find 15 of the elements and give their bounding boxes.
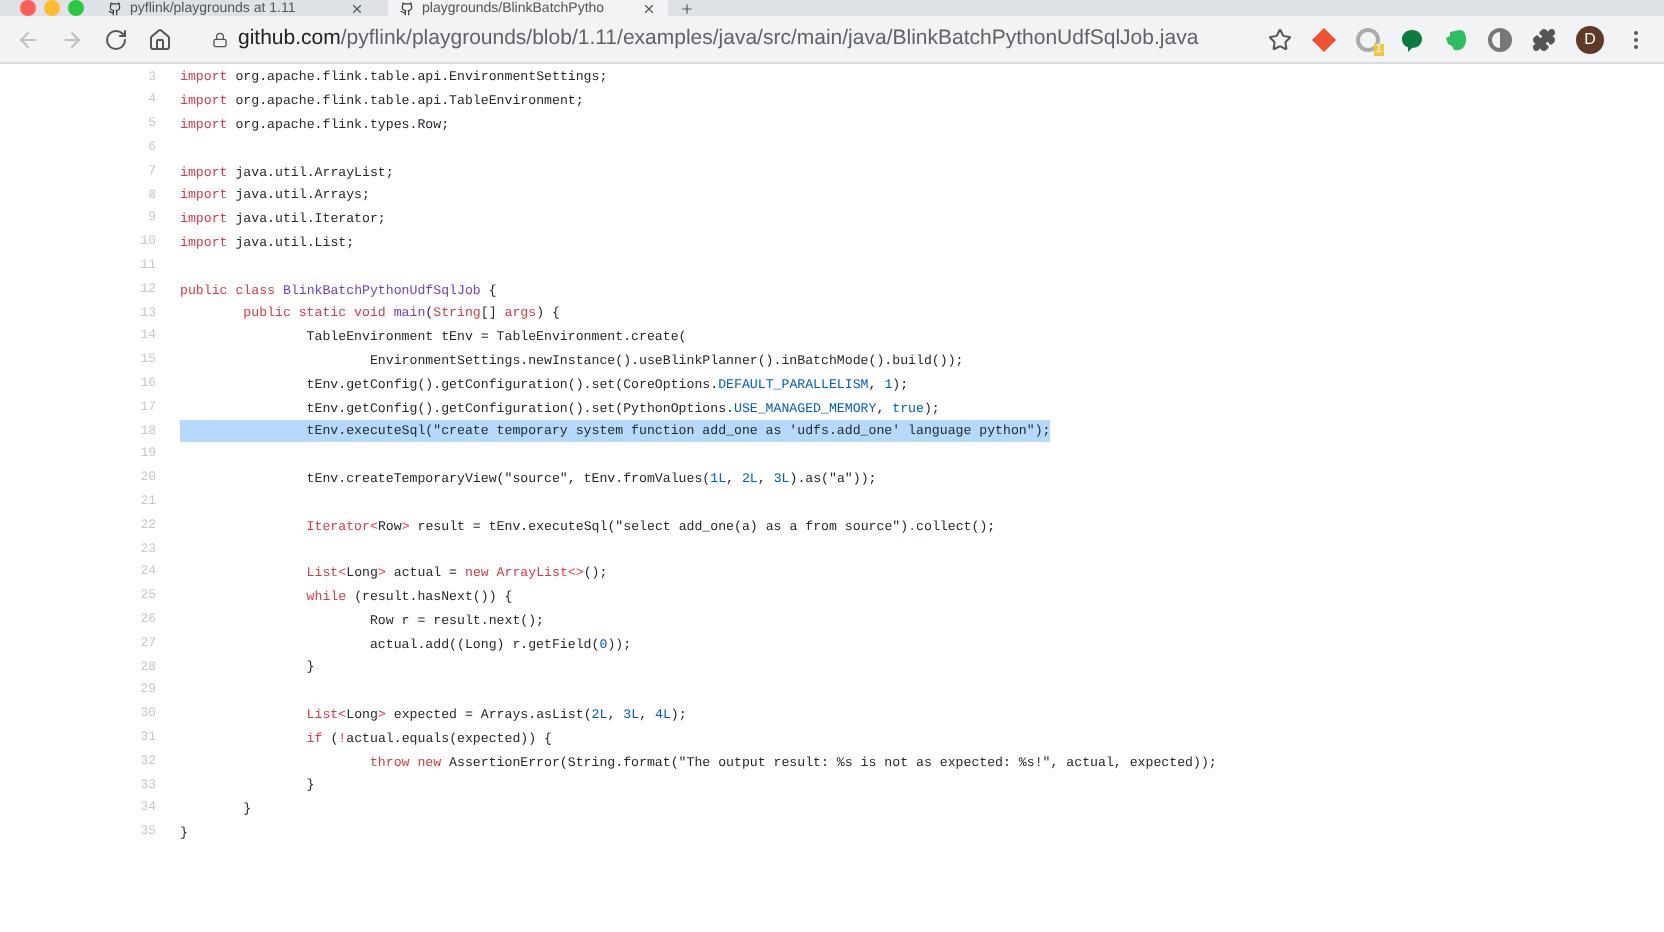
profile-avatar[interactable]: D xyxy=(1576,25,1604,53)
lock-icon xyxy=(212,31,228,47)
new-tab-icon[interactable] xyxy=(680,2,694,16)
half-circle-icon[interactable] xyxy=(1488,27,1512,51)
bookmark-star-icon[interactable] xyxy=(1268,27,1292,51)
home-icon[interactable] xyxy=(148,27,172,51)
reload-icon[interactable] xyxy=(104,27,128,51)
puzzle-icon[interactable] xyxy=(1532,27,1556,51)
close-icon[interactable] xyxy=(642,1,656,15)
octocat-icon xyxy=(108,1,122,15)
window-close-control[interactable] xyxy=(20,0,36,16)
octocat-icon xyxy=(400,1,414,15)
diamond-icon[interactable] xyxy=(1312,27,1336,51)
speech-bubble-icon[interactable] xyxy=(1400,27,1424,51)
close-icon[interactable] xyxy=(350,1,364,15)
